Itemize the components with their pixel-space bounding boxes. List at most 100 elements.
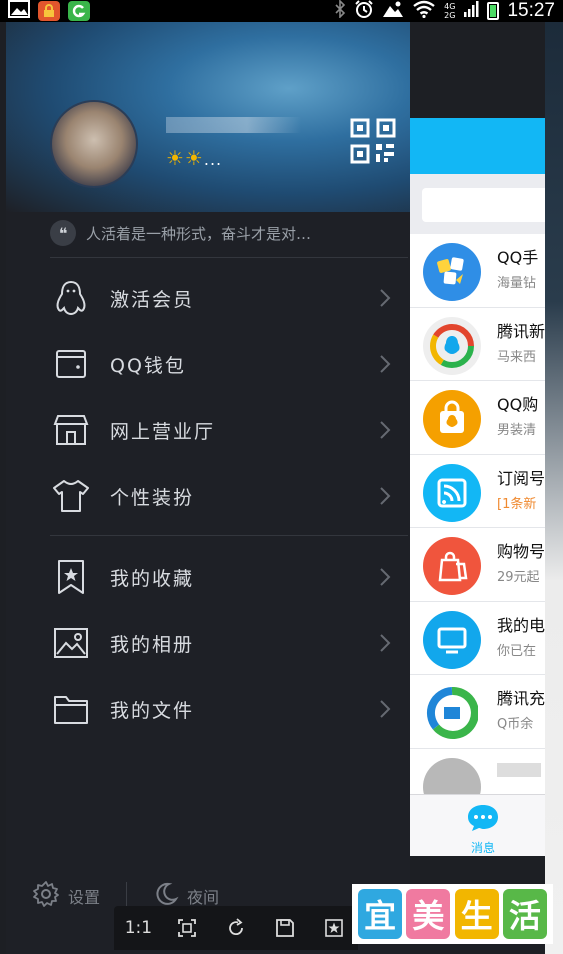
tencent-recharge-avatar-icon xyxy=(423,684,481,742)
wifi-icon xyxy=(412,0,436,22)
menu-item-album[interactable]: 我的相册 xyxy=(6,610,410,676)
chat-title: 腾讯充 xyxy=(497,689,545,708)
chat-preview: 29元起 xyxy=(497,570,540,585)
night-mode-label: 夜间 xyxy=(187,888,220,907)
signature-text: 人活着是一种形式，奋斗才是对… xyxy=(86,224,312,243)
screen: 4G 2G 15:27 ☀☀... ❝ 人活着是一种形式，奋斗才是对… 激活会员… xyxy=(0,0,563,954)
divider xyxy=(50,257,408,258)
image-notification-icon xyxy=(382,0,404,22)
photo-icon xyxy=(52,624,90,662)
actual-size-button[interactable]: 1:1 xyxy=(123,913,153,943)
chat-title: QQ手 xyxy=(497,248,539,267)
menu-item-files[interactable]: 我的文件 xyxy=(6,676,410,742)
bluetooth-icon xyxy=(334,0,346,22)
status-bar: 4G 2G 15:27 xyxy=(0,0,563,22)
menu-label: 我的收藏 xyxy=(110,567,195,590)
menu-label: 我的相册 xyxy=(110,633,195,656)
settings-label: 设置 xyxy=(68,888,101,907)
store-icon xyxy=(52,411,90,449)
shopping-bag-avatar-icon xyxy=(423,537,481,595)
menu-item-online-hall[interactable]: 网上营业厅 xyxy=(6,397,410,463)
menu-label: QQ钱包 xyxy=(110,354,186,377)
list-item[interactable]: 我的电 你已在 xyxy=(410,602,545,675)
chat-title: 腾讯新 xyxy=(497,321,545,341)
conversation-panel[interactable]: QQ手 海量钻 腾讯新 马来西 QQ购 男装清 订阅号 [1条新 购物号 29元… xyxy=(410,118,545,856)
settings-button[interactable]: 设置 xyxy=(32,880,100,912)
menu-label: 激活会员 xyxy=(110,288,195,311)
bottom-tab-bar: 消息 xyxy=(410,794,545,856)
qq-mobile-avatar-icon xyxy=(423,243,481,301)
wallet-icon xyxy=(52,345,90,383)
chat-title-blurred xyxy=(497,762,541,777)
avatar[interactable] xyxy=(50,100,138,188)
list-item[interactable]: QQ手 海量钻 xyxy=(410,234,545,308)
chevron-right-icon xyxy=(372,484,396,508)
chat-preview: 男装清 xyxy=(497,423,537,438)
gallery-icon xyxy=(8,0,30,22)
qr-code-icon[interactable] xyxy=(350,118,396,164)
viewer-toolbar: 1:1 xyxy=(114,906,358,950)
menu-item-personalize[interactable]: 个性装扮 xyxy=(6,463,410,529)
clock: 15:27 xyxy=(507,0,555,21)
list-item[interactable]: 订阅号 [1条新 xyxy=(410,455,545,528)
list-item[interactable]: 腾讯新 马来西 xyxy=(410,308,545,381)
favorite-star-icon[interactable] xyxy=(319,913,349,943)
menu-item-favorites[interactable]: 我的收藏 xyxy=(6,544,410,610)
chevron-right-icon xyxy=(372,631,396,655)
list-item[interactable]: 购物号 29元起 xyxy=(410,528,545,602)
list-item[interactable]: QQ购 男装清 xyxy=(410,381,545,455)
tencent-news-avatar-icon xyxy=(423,316,481,375)
menu-group-personal: 我的收藏 我的相册 我的文件 xyxy=(6,544,410,742)
chat-preview: 马来西 xyxy=(497,349,537,365)
tshirt-icon xyxy=(52,477,90,515)
chat-preview: Q币余 xyxy=(497,717,534,732)
menu-item-qq-wallet[interactable]: QQ钱包 xyxy=(6,331,410,397)
chevron-right-icon xyxy=(372,418,396,442)
sun-level-icon: ☀☀ xyxy=(166,146,204,170)
watermark-char: 美 xyxy=(406,889,451,939)
tab-messages-label: 消息 xyxy=(470,841,495,855)
watermark-char: 活 xyxy=(502,889,547,939)
watermark-logo: 宜 美 生 活 xyxy=(352,884,553,944)
chevron-right-icon xyxy=(372,286,396,310)
level-ellipsis: ... xyxy=(203,150,223,169)
chat-preview: 海量钻 xyxy=(497,276,537,291)
chat-title: 订阅号 xyxy=(497,468,545,488)
tab-messages[interactable]: 消息 xyxy=(466,803,500,856)
title-bar xyxy=(410,118,545,174)
alarm-icon xyxy=(354,0,374,23)
quote-icon: ❝ xyxy=(50,220,76,246)
qq-shopping-avatar-icon xyxy=(423,390,481,448)
bookmark-icon xyxy=(52,558,90,596)
signature[interactable]: ❝ 人活着是一种形式，奋斗才是对… xyxy=(50,218,400,248)
folder-icon xyxy=(52,690,90,728)
chevron-right-icon xyxy=(372,352,396,376)
chat-preview: [1条新 xyxy=(497,496,537,512)
message-bubble-icon xyxy=(466,803,500,837)
lock-app-icon xyxy=(38,1,60,21)
rotate-icon[interactable] xyxy=(221,913,251,943)
background-edge xyxy=(545,22,563,954)
search-area xyxy=(410,174,545,234)
gear-icon xyxy=(32,880,60,912)
network-type: 4G 2G xyxy=(444,2,456,20)
watermark-char: 宜 xyxy=(358,889,403,939)
fit-screen-icon[interactable] xyxy=(172,913,202,943)
search-input[interactable] xyxy=(422,188,545,222)
menu-label: 我的文件 xyxy=(110,699,195,722)
chat-title: 购物号 xyxy=(497,542,545,561)
signal-icon xyxy=(463,0,479,22)
list-item[interactable]: 腾讯充 Q币余 xyxy=(410,675,545,749)
battery-icon xyxy=(487,2,500,20)
subscription-avatar-icon xyxy=(423,463,481,522)
level-badge[interactable]: ☀☀... xyxy=(166,146,222,170)
side-drawer: ☀☀... ❝ 人活着是一种形式，奋斗才是对… 激活会员 QQ钱包 网上营业厅 … xyxy=(6,22,410,954)
nickname xyxy=(166,117,301,133)
chat-title: QQ购 xyxy=(497,395,539,414)
menu-item-activate-vip[interactable]: 激活会员 xyxy=(6,265,410,331)
save-icon[interactable] xyxy=(270,913,300,943)
chat-title: 我的电 xyxy=(497,615,545,635)
green-app-icon xyxy=(68,1,90,21)
my-computer-avatar-icon xyxy=(423,610,481,669)
divider xyxy=(50,535,408,536)
